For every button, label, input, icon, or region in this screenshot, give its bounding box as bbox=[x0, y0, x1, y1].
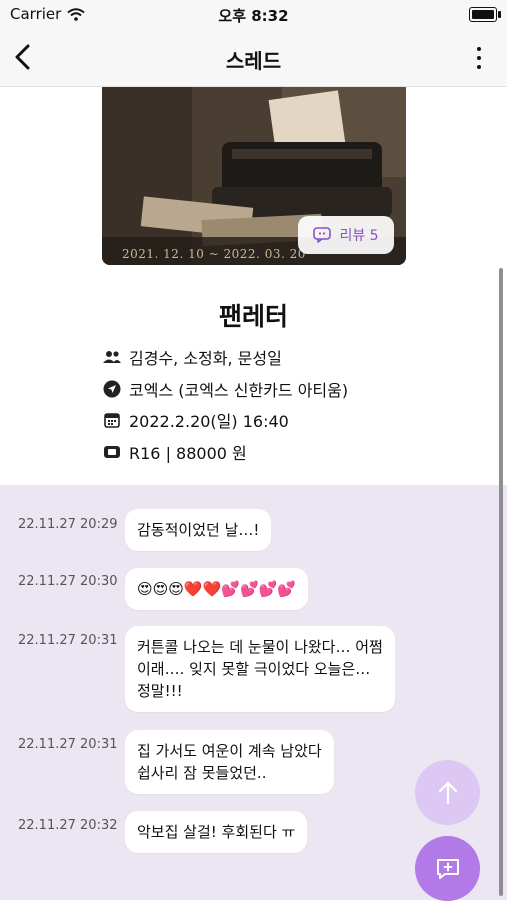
message-bubble[interactable]: 😍😍😍❤️❤️💕💕💕💕 bbox=[125, 568, 308, 610]
ticket-icon bbox=[103, 443, 121, 461]
navigation-bar: 스레드 bbox=[0, 30, 507, 87]
calendar-icon bbox=[103, 411, 121, 429]
more-options-icon[interactable] bbox=[475, 44, 483, 72]
message-bubble[interactable]: 감동적이었던 날…! bbox=[125, 509, 272, 551]
thread-message-list[interactable]: 22.11.27 20:29 감동적이었던 날…! 22.11.27 20:30… bbox=[0, 485, 507, 900]
poster-dates-text: 2021. 12. 10 ~ 2022. 03. 20 bbox=[122, 247, 306, 261]
battery-icon bbox=[469, 7, 501, 22]
cast-row: 김경수, 소정화, 문성일 bbox=[103, 345, 282, 369]
cast-text: 김경수, 소정화, 문성일 bbox=[129, 349, 282, 368]
message-bubble[interactable]: 커튼콜 나오는 데 눈물이 나왔다… 어쩜 이래…. 잊지 못할 극이었다 오늘… bbox=[125, 626, 395, 712]
message-timestamp: 22.11.27 20:31 bbox=[18, 633, 118, 648]
arrow-up-icon bbox=[438, 781, 457, 804]
venue-row: 코엑스 (코엑스 신한카드 아티움) bbox=[103, 377, 348, 401]
status-bar: Carrier 오후 8:32 bbox=[0, 0, 507, 30]
add-comment-icon bbox=[436, 858, 459, 879]
message-bubble[interactable]: 집 가서도 여운이 계속 남았다 쉽사리 잠 못들었던.. bbox=[125, 730, 334, 794]
scroll-indicator[interactable] bbox=[499, 268, 503, 896]
write-comment-button[interactable] bbox=[415, 836, 480, 901]
review-count-label: 리뷰 5 bbox=[339, 228, 379, 244]
datetime-row: 2022.2.20(일) 16:40 bbox=[103, 408, 289, 432]
review-count-button[interactable]: 리뷰 5 bbox=[298, 216, 394, 254]
message-timestamp: 22.11.27 20:32 bbox=[18, 818, 118, 833]
datetime-text: 2022.2.20(일) 16:40 bbox=[129, 412, 289, 431]
people-icon bbox=[103, 348, 121, 366]
location-arrow-icon bbox=[103, 380, 121, 398]
page-title: 스레드 bbox=[225, 49, 282, 73]
show-title: 팬레터 bbox=[218, 302, 288, 331]
rating-price-text: R16 | 88000 원 bbox=[129, 444, 247, 463]
message-timestamp: 22.11.27 20:30 bbox=[18, 574, 118, 589]
message-timestamp: 22.11.27 20:31 bbox=[18, 737, 118, 752]
status-time: 오후 8:32 bbox=[218, 7, 289, 25]
venue-text: 코엑스 (코엑스 신한카드 아티움) bbox=[129, 381, 349, 400]
review-bubble-icon bbox=[313, 227, 332, 243]
message-timestamp: 22.11.27 20:29 bbox=[18, 517, 118, 532]
scroll-to-top-button[interactable] bbox=[415, 760, 480, 825]
rating-price-row: R16 | 88000 원 bbox=[103, 440, 247, 464]
message-bubble[interactable]: 악보집 살걸! 후회된다 ㅠ bbox=[125, 811, 308, 853]
